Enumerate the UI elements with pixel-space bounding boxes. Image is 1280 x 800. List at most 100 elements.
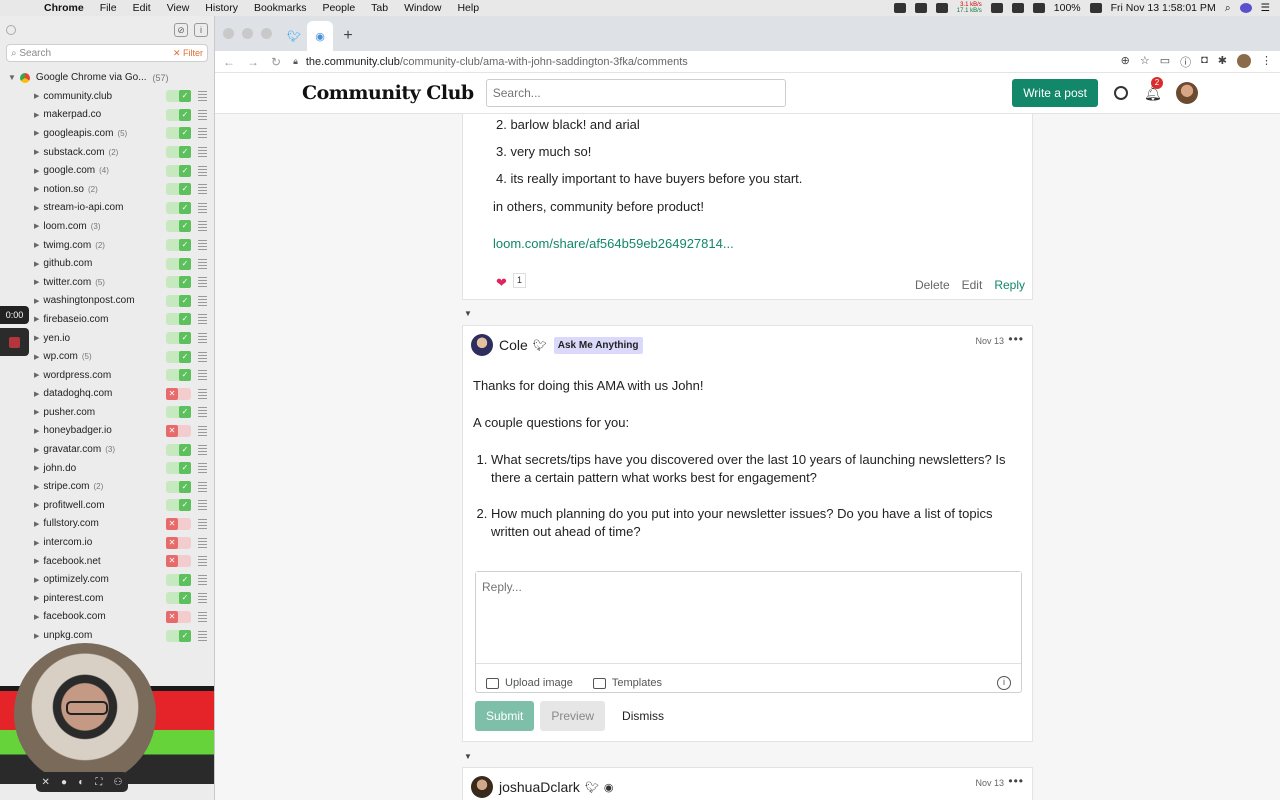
domain-row[interactable]: ▶ profitwell.com [0,496,214,515]
drag-handle-icon[interactable] [198,463,207,474]
domain-toggle[interactable] [166,536,191,549]
expand-triangle-icon[interactable]: ▶ [34,594,39,602]
expand-triangle-icon[interactable]: ▶ [34,315,39,323]
domain-toggle[interactable] [166,350,191,363]
twitter-icon[interactable]: 🐦︎ [585,781,599,794]
domain-toggle[interactable] [166,443,191,456]
domain-toggle[interactable] [166,146,191,159]
drag-handle-icon[interactable] [198,109,207,120]
domain-row[interactable]: ▶ datadoghq.com [0,385,214,404]
tree-root[interactable]: ▼ Google Chrome via Go... (57) [0,68,214,87]
drag-handle-icon[interactable] [198,537,207,548]
expand-triangle-icon[interactable]: ▶ [34,334,39,342]
expand-triangle-icon[interactable]: ▶ [34,111,39,119]
expand-triangle-icon[interactable]: ▶ [34,297,39,305]
domain-toggle[interactable] [166,424,191,437]
clock[interactable]: Fri Nov 13 1:58:01 PM [1111,2,1216,14]
lock-icon[interactable]: 🔒︎ [293,56,298,67]
domain-toggle[interactable] [166,480,191,493]
domain-row[interactable]: ▶ john.do [0,459,214,478]
more-options-icon[interactable]: ••• [1008,332,1024,346]
drag-handle-icon[interactable] [198,295,207,306]
domain-row[interactable]: ▶ intercom.io [0,533,214,552]
close-window-button[interactable] [223,28,234,39]
dismiss-button[interactable]: Dismiss [611,701,675,731]
domain-row[interactable]: ▶ yen.io [0,329,214,348]
expand-triangle-icon[interactable]: ▶ [34,185,39,193]
domain-row[interactable]: ▶ honeybadger.io [0,422,214,441]
drag-handle-icon[interactable] [198,221,207,232]
expand-triangle-icon[interactable]: ▶ [34,129,39,137]
airplay-icon[interactable] [990,3,1003,13]
drag-handle-icon[interactable] [198,481,207,492]
domain-row[interactable]: ▶ washingtonpost.com [0,292,214,311]
expand-triangle-icon[interactable]: ▶ [34,464,39,472]
filter-button[interactable]: ✕ Filter [173,48,203,59]
more-icon[interactable]: ⋮ [1261,54,1272,70]
domain-row[interactable]: ▶ fullstory.com [0,515,214,534]
expand-triangle-icon[interactable]: ▶ [34,408,39,416]
expand-triangle-icon[interactable]: ▶ [34,557,39,565]
domain-toggle[interactable] [166,629,191,642]
menu-bookmarks[interactable]: Bookmarks [246,2,315,14]
fullscreen-icon[interactable]: ⛶ [95,777,102,788]
domain-toggle[interactable] [166,257,191,270]
domain-toggle[interactable] [166,164,191,177]
upload-image-button[interactable]: Upload image [486,677,573,689]
reply-button[interactable]: Reply [994,278,1025,292]
expand-triangle-icon[interactable]: ▶ [34,446,39,454]
domain-row[interactable]: ▶ unpkg.com [0,626,214,645]
drag-handle-icon[interactable] [198,388,207,399]
expand-triangle-icon[interactable]: ▶ [34,520,39,528]
delete-button[interactable]: Delete [915,278,950,292]
site-logo[interactable]: Community Club [302,82,474,104]
domain-toggle[interactable] [166,517,191,530]
domain-toggle[interactable] [166,108,191,121]
domain-toggle[interactable] [166,294,191,307]
expand-triangle-icon[interactable]: ▶ [34,241,39,249]
expand-triangle-icon[interactable]: ▶ [34,632,39,640]
record-stop-button[interactable] [0,328,29,356]
expand-triangle-icon[interactable]: ▼ [8,73,16,82]
domain-toggle[interactable] [166,201,191,214]
circle-icon[interactable] [6,25,16,35]
tab-twitter[interactable]: 🐦︎ [281,21,307,51]
sync-icon[interactable] [935,3,948,13]
drag-handle-icon[interactable] [198,184,207,195]
drag-handle-icon[interactable] [198,147,207,158]
drag-handle-icon[interactable] [198,240,207,251]
drag-handle-icon[interactable] [198,500,207,511]
loom-link[interactable]: loom.com/share/af564b59eb264927814... [493,236,734,251]
drag-handle-icon[interactable] [198,91,207,102]
more-options-icon[interactable]: ••• [1008,774,1024,788]
domain-row[interactable]: ▶ twimg.com (2) [0,236,214,255]
camera-icon[interactable]: ◘ [1201,54,1208,70]
comment-author[interactable]: Cole [499,337,528,353]
tab-community-club[interactable]: ◉ [307,21,333,51]
expand-triangle-icon[interactable]: ▶ [34,390,39,398]
drag-handle-icon[interactable] [198,202,207,213]
site-search-input[interactable] [485,79,786,107]
wifi-icon[interactable] [1011,3,1024,13]
domain-row[interactable]: ▶ gravatar.com (3) [0,440,214,459]
expand-triangle-icon[interactable]: ▶ [34,353,39,361]
domain-toggle[interactable] [166,220,191,233]
drag-handle-icon[interactable] [198,611,207,622]
chat-icon[interactable] [1114,86,1128,100]
drag-handle-icon[interactable] [198,370,207,381]
domain-row[interactable]: ▶ pusher.com [0,403,214,422]
domain-row[interactable]: ▶ facebook.com [0,608,214,627]
back-icon[interactable]: ← [223,55,235,69]
domain-row[interactable]: ▶ wp.com (5) [0,347,214,366]
collapse-icon[interactable]: ▼ [464,752,472,761]
drag-handle-icon[interactable] [198,574,207,585]
domain-row[interactable]: ▶ google.com (4) [0,161,214,180]
drag-handle-icon[interactable] [198,314,207,325]
expand-triangle-icon[interactable]: ▶ [34,278,39,286]
gear-status-icon[interactable] [893,3,906,13]
menu-edit[interactable]: Edit [125,2,159,14]
collapse-icon[interactable]: ▼ [464,309,472,318]
domain-row[interactable]: ▶ notion.so (2) [0,180,214,199]
info-icon[interactable]: i [997,676,1011,690]
volume-icon[interactable] [1032,3,1045,13]
